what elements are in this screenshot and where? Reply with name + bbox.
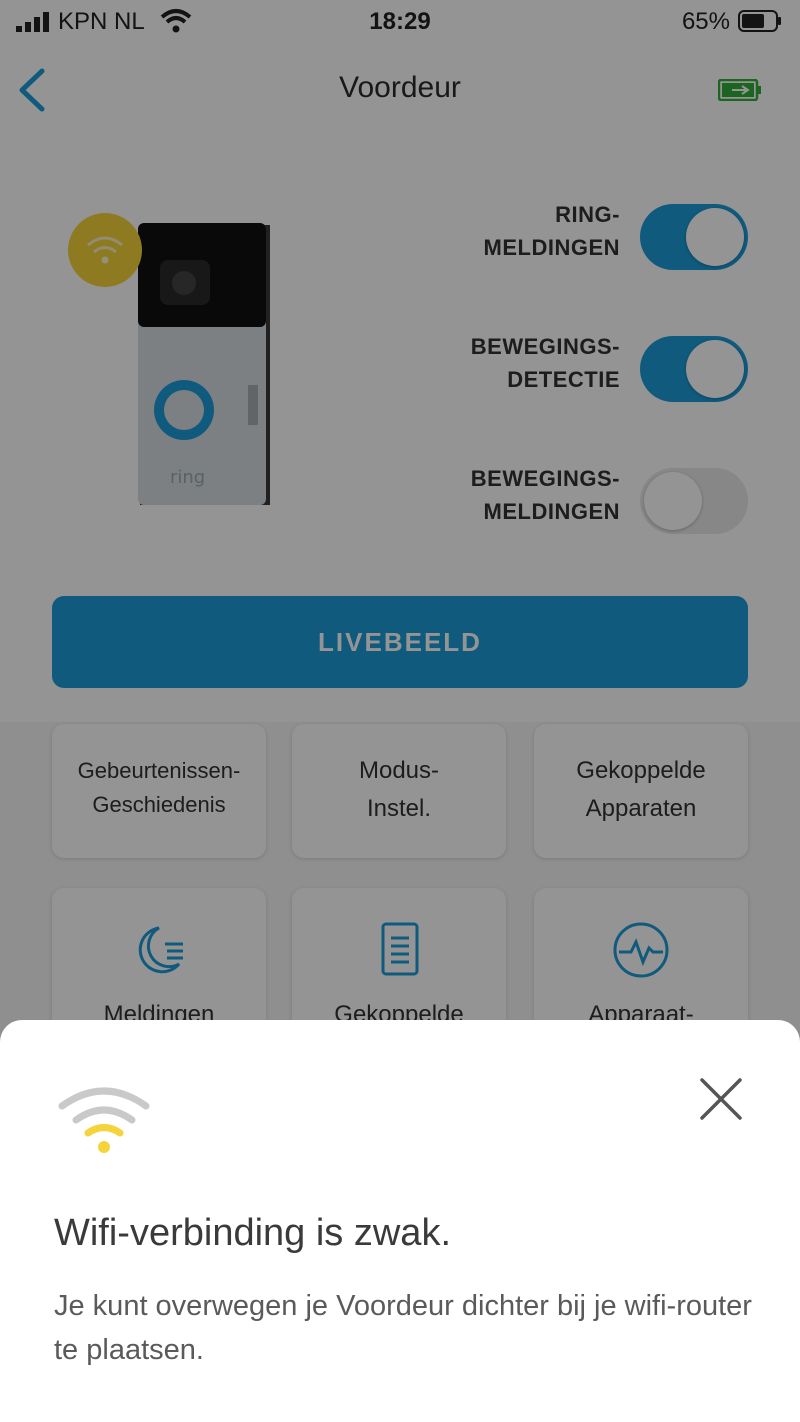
weak-wifi-icon xyxy=(58,1087,150,1153)
close-icon[interactable] xyxy=(698,1076,744,1122)
weak-wifi-sheet: Wifi-verbinding is zwak. Je kunt overweg… xyxy=(0,1020,800,1422)
device-screen: KPN NL 18:29 65% Voordeur ring RING- MEL… xyxy=(0,0,800,1422)
sheet-title: Wifi-verbinding is zwak. xyxy=(54,1212,451,1254)
sheet-body: Je kunt overwegen je Voordeur dichter bi… xyxy=(54,1290,752,1366)
